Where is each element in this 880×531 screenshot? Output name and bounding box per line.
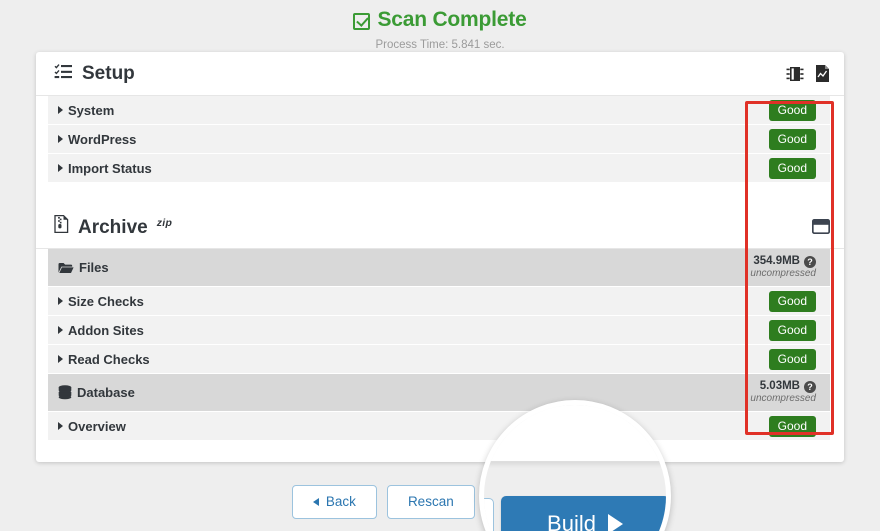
- row-status: Good: [768, 319, 824, 341]
- footer-actions: Back Rescan Build: [0, 484, 880, 520]
- row-text: Size Checks: [68, 293, 144, 309]
- row-status: Good: [768, 290, 824, 312]
- file-zipper-icon: [54, 214, 69, 233]
- database-size-note: uncompressed: [750, 393, 816, 404]
- row-label-read-checks: Read Checks: [58, 352, 150, 367]
- magnifier-loupe-annotation: Build: [479, 400, 671, 531]
- setup-section-header: Setup: [36, 52, 844, 96]
- question-mark-icon[interactable]: ?: [804, 380, 816, 393]
- setup-title-group: Setup: [54, 63, 135, 85]
- row-text: WordPress: [68, 131, 137, 147]
- group-text: Files: [79, 260, 109, 275]
- memory-chip-icon[interactable]: [786, 66, 804, 82]
- table-row[interactable]: Addon Sites Good: [48, 316, 830, 345]
- rescan-button-label: Rescan: [407, 494, 454, 509]
- group-label-files: Files: [58, 260, 109, 275]
- row-text: System: [68, 102, 115, 118]
- chevron-right-icon: [58, 135, 63, 143]
- table-row[interactable]: Size Checks Good: [48, 287, 830, 316]
- setup-title-label: Setup: [82, 62, 135, 84]
- chevron-right-icon: [58, 326, 63, 334]
- group-text: Database: [77, 385, 135, 400]
- database-icon: [58, 385, 72, 400]
- files-size-value: 354.9MB ?: [753, 255, 816, 268]
- chevron-right-icon: [58, 164, 63, 172]
- row-text: Overview: [68, 418, 126, 434]
- row-text: Read Checks: [68, 351, 150, 367]
- loupe-card-edge: [484, 405, 666, 462]
- table-row[interactable]: Overview Good: [48, 412, 830, 441]
- rescan-button[interactable]: Rescan: [386, 485, 475, 519]
- checkbox-check-icon: [353, 12, 371, 30]
- row-label-addon-sites: Addon Sites: [58, 323, 144, 338]
- files-size-note: uncompressed: [750, 268, 816, 279]
- group-header-files[interactable]: Files 354.9MB ? uncompressed: [48, 249, 830, 287]
- question-mark-icon[interactable]: ?: [804, 255, 816, 268]
- archive-section-header: Archive zip: [36, 205, 844, 249]
- row-status: Good: [768, 128, 824, 150]
- scan-status-header: Scan Complete Process Time: 5.841 sec.: [0, 0, 880, 52]
- row-status: Good: [768, 348, 824, 370]
- size-text: 354.9MB: [753, 255, 800, 267]
- row-text: Import Status: [68, 160, 152, 176]
- status-badge: Good: [768, 319, 816, 341]
- loupe-build-button[interactable]: Build: [501, 496, 666, 531]
- status-badge: Good: [768, 348, 816, 370]
- status-badge: Good: [768, 157, 816, 179]
- group-size-info: 354.9MB ? uncompressed: [750, 255, 824, 280]
- folder-open-icon: [58, 262, 74, 274]
- group-size-info: 5.03MB ? uncompressed: [750, 380, 824, 405]
- back-button-label: Back: [325, 494, 356, 509]
- status-badge: Good: [768, 415, 816, 437]
- chevron-right-icon: [58, 355, 63, 363]
- loupe-build-label: Build: [547, 510, 596, 531]
- chevron-right-icon: [58, 297, 63, 305]
- archive-header-icons: [812, 219, 830, 234]
- loupe-rescan-button-edge: [484, 498, 494, 531]
- loupe-content: Build: [484, 405, 666, 531]
- row-status: Good: [768, 415, 824, 437]
- table-row[interactable]: WordPress Good: [48, 125, 830, 154]
- back-button[interactable]: Back: [291, 485, 377, 519]
- status-badge: Good: [768, 290, 816, 312]
- row-text: Addon Sites: [68, 322, 144, 338]
- process-time-label: Process Time: 5.841 sec.: [375, 38, 505, 51]
- checklist-icon: [54, 63, 73, 79]
- scan-complete-label: Scan Complete: [377, 8, 527, 31]
- archive-title-group: Archive zip: [54, 214, 173, 239]
- group-label-database: Database: [58, 385, 135, 400]
- table-row[interactable]: Read Checks Good: [48, 345, 830, 374]
- row-label-size-checks: Size Checks: [58, 294, 144, 309]
- database-size-value: 5.03MB ?: [760, 380, 816, 393]
- results-card: Setup System Good WordPress Good Import …: [36, 52, 844, 462]
- group-header-database[interactable]: Database 5.03MB ? uncompressed: [48, 374, 830, 412]
- status-badge: Good: [768, 128, 816, 150]
- status-badge: Good: [768, 99, 816, 121]
- archive-format-superscript: zip: [156, 216, 173, 229]
- row-status: Good: [768, 99, 824, 121]
- row-label-wordpress: WordPress: [58, 132, 136, 147]
- app-root: Scan Complete Process Time: 5.841 sec. S…: [0, 0, 880, 531]
- triangle-left-icon: [312, 497, 319, 506]
- setup-rows: System Good WordPress Good Import Status…: [36, 96, 844, 183]
- row-label-system: System: [58, 103, 114, 118]
- size-text: 5.03MB: [759, 380, 800, 392]
- scan-complete-title: Scan Complete: [353, 7, 527, 33]
- row-status: Good: [768, 157, 824, 179]
- archive-title-label: Archive: [78, 216, 148, 238]
- table-row[interactable]: System Good: [48, 96, 830, 125]
- file-chart-icon[interactable]: [815, 65, 830, 82]
- chevron-right-icon: [58, 106, 63, 114]
- setup-header-icons: [786, 65, 830, 82]
- table-row[interactable]: Import Status Good: [48, 154, 830, 183]
- row-label-import-status: Import Status: [58, 161, 152, 176]
- row-label-overview: Overview: [58, 419, 126, 434]
- archive-rows: Files 354.9MB ? uncompressed Size Checks…: [36, 249, 844, 441]
- window-icon[interactable]: [812, 219, 830, 234]
- chevron-right-icon: [58, 422, 63, 430]
- triangle-right-icon: [607, 513, 623, 531]
